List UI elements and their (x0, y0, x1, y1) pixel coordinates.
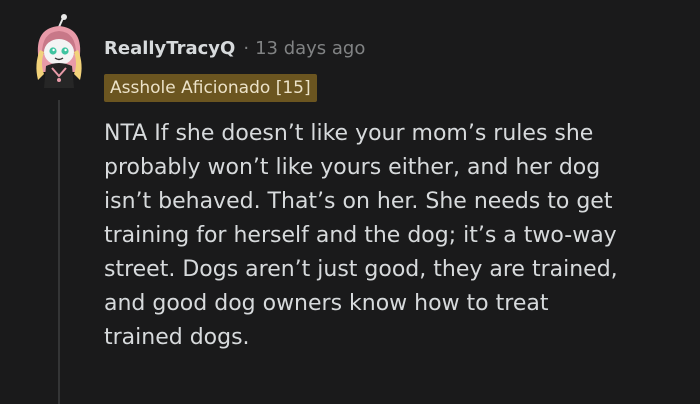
timestamp[interactable]: 13 days ago (255, 38, 365, 59)
user-avatar-icon[interactable] (30, 14, 88, 90)
comment-header: ReallyTracyQ · 13 days ago (104, 34, 365, 62)
username-link[interactable]: ReallyTracyQ (104, 38, 235, 59)
comment-line: probably won’t like yours either, and he… (104, 155, 601, 180)
comment-line: street. Dogs aren’t just good, they are … (104, 257, 618, 282)
comment-body: NTA If she doesn’t like your mom’s rules… (104, 117, 694, 355)
comment-line: training for herself and the dog; it’s a… (104, 223, 617, 248)
user-flair: Asshole Aficionado [15] (104, 74, 317, 102)
separator-dot: · (243, 37, 250, 59)
comment-line: trained dogs. (104, 325, 250, 350)
comment: ReallyTracyQ · 13 days ago Asshole Afici… (0, 0, 700, 404)
comment-line: isn’t behaved. That’s on her. She needs … (104, 189, 613, 214)
thread-line[interactable] (58, 100, 60, 404)
comment-line: NTA If she doesn’t like your mom’s rules… (104, 121, 594, 146)
comment-line: and good dog owners know how to treat (104, 291, 549, 316)
